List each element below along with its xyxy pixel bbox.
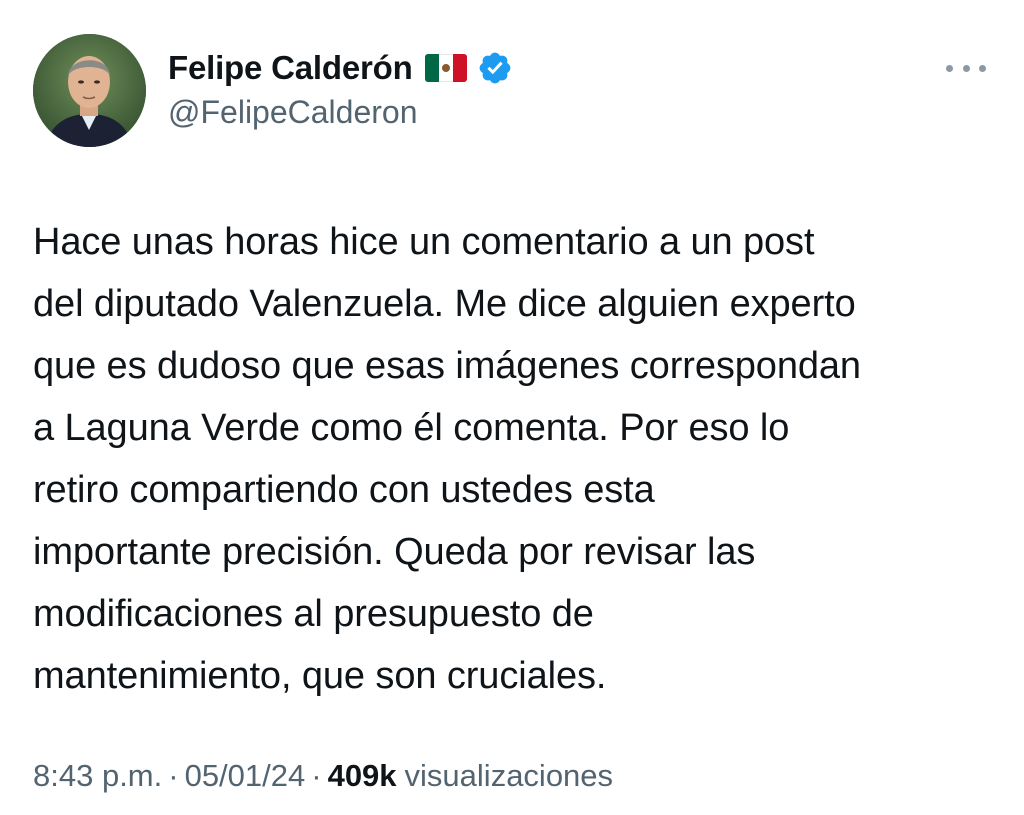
- tweet-date[interactable]: 05/01/24: [185, 758, 306, 794]
- meta-separator: ·: [311, 758, 322, 793]
- tweet-text: Hace unas horas hice un comentario a un …: [33, 221, 861, 697]
- verified-badge-icon[interactable]: [477, 50, 513, 86]
- mexico-flag-icon: [424, 54, 467, 82]
- views-count[interactable]: 409k: [328, 758, 397, 794]
- author-name-row: Felipe Calderón: [168, 46, 513, 90]
- tweet-time[interactable]: 8:43 p.m.: [33, 758, 162, 794]
- meta-separator: ·: [168, 758, 179, 793]
- more-options-icon[interactable]: [944, 56, 988, 80]
- author-handle[interactable]: @FelipeCalderon: [168, 94, 418, 131]
- author-avatar[interactable]: [33, 34, 146, 147]
- tweet-card: Felipe Calderón @FelipeCalderon Hace una…: [0, 0, 1024, 815]
- author-display-name[interactable]: Felipe Calderón: [168, 49, 413, 87]
- views-label[interactable]: visualizaciones: [405, 758, 614, 794]
- tweet-meta: 8:43 p.m. · 05/01/24 · 409k visualizacio…: [33, 758, 613, 794]
